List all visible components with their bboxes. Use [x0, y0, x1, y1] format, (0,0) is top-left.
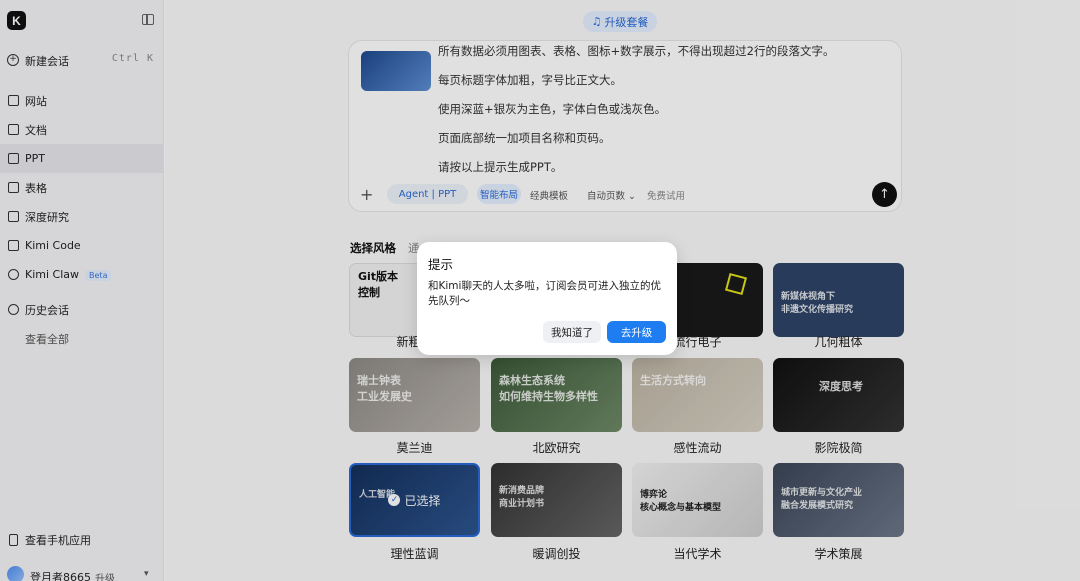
notice-dialog: 提示 和Kimi聊天的人太多啦，订阅会员可进入独立的优先队列～ 我知道了 去升级 — [417, 242, 677, 355]
dialog-title: 提示 — [428, 257, 454, 272]
got-it-button[interactable]: 我知道了 — [543, 321, 601, 343]
dialog-message: 和Kimi聊天的人太多啦，订阅会员可进入独立的优先队列～ — [428, 280, 661, 307]
go-upgrade-button[interactable]: 去升级 — [607, 321, 666, 343]
